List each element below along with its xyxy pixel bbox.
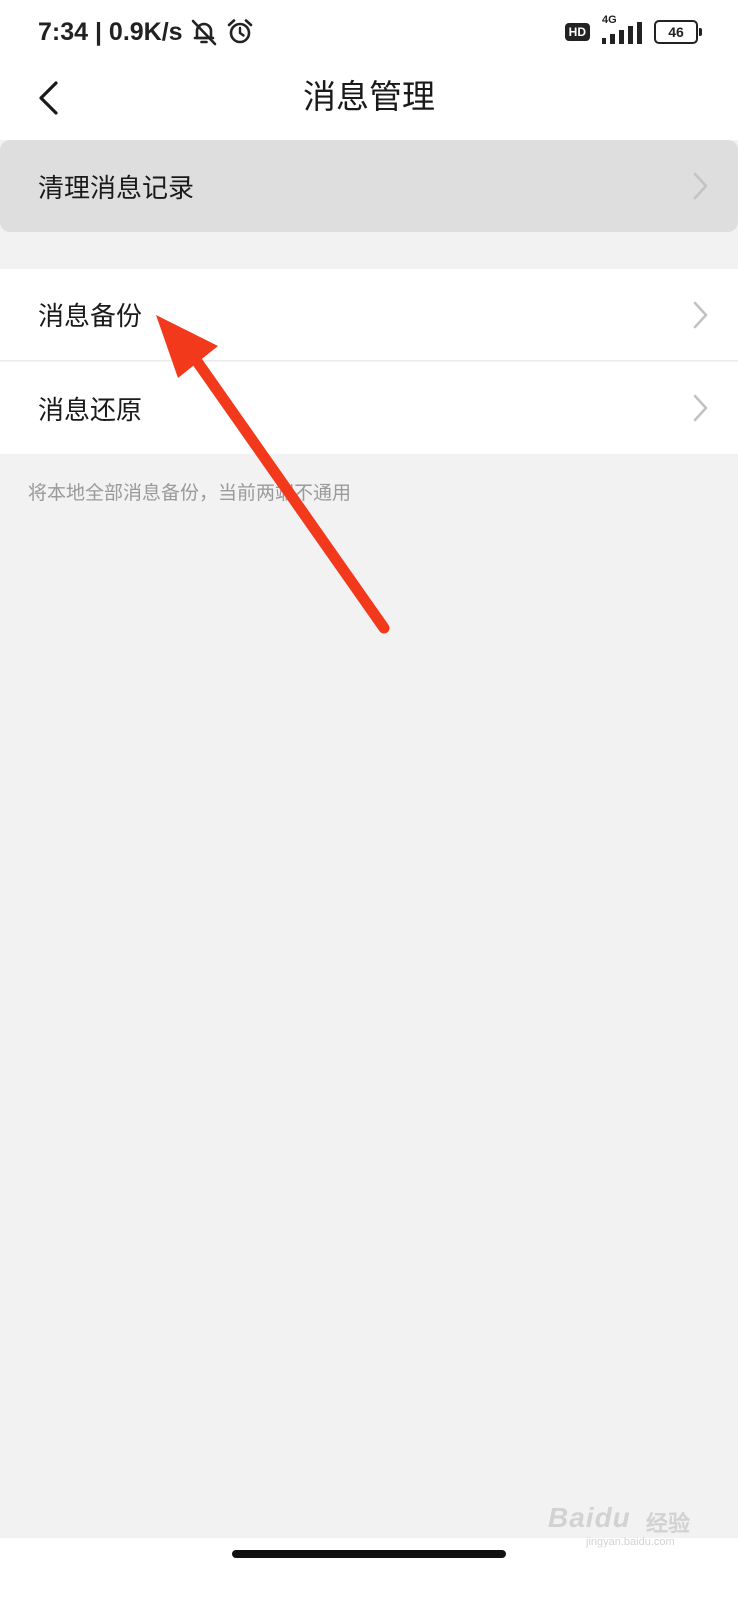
menu-item-label: 消息备份 (38, 302, 143, 332)
signal-icon: 4G (600, 14, 644, 46)
watermark-cn: 经验 (646, 1511, 691, 1536)
watermark-sub: jingyan.baidu.com (586, 1536, 675, 1548)
battery-level: 46 (668, 24, 684, 40)
nav-bar: 消息管理 (0, 62, 738, 140)
alarm-clock-icon (225, 17, 255, 47)
backup-hint-text: 将本地全部消息备份，当前两端不通用 (28, 482, 352, 504)
menu-item-clear-records[interactable]: 清理消息记录 (0, 140, 738, 232)
status-left: 7:34 | 0.9K/s (38, 14, 255, 50)
hd-badge: HD (564, 23, 590, 41)
chevron-right-icon (693, 301, 708, 328)
baidu-watermark: Baidu 经验 jingyan.baidu.com (548, 1488, 708, 1548)
chevron-right-icon (693, 394, 708, 422)
chevron-right-icon (693, 172, 708, 200)
chevron-left-icon (39, 81, 58, 115)
battery-icon: 46 (654, 20, 702, 44)
page-title: 消息管理 (303, 77, 435, 116)
status-bar: 7:34 | 0.9K/s HD 4G 46 (0, 0, 738, 62)
annotation-arrow (156, 315, 390, 634)
menu-item-label: 消息还原 (38, 395, 143, 426)
menu-item-backup[interactable]: 消息备份 (0, 269, 738, 361)
status-right: HD 4G 46 (564, 14, 702, 48)
home-indicator[interactable] (232, 1550, 506, 1558)
watermark-brand: Baidu (548, 1502, 631, 1533)
menu-item-label: 清理消息记录 (38, 173, 195, 204)
back-button[interactable] (26, 76, 70, 120)
status-time-speed: 7:34 | 0.9K/s (38, 17, 183, 46)
mute-bell-icon (189, 17, 219, 47)
menu-item-restore[interactable]: 消息还原 (0, 362, 738, 454)
